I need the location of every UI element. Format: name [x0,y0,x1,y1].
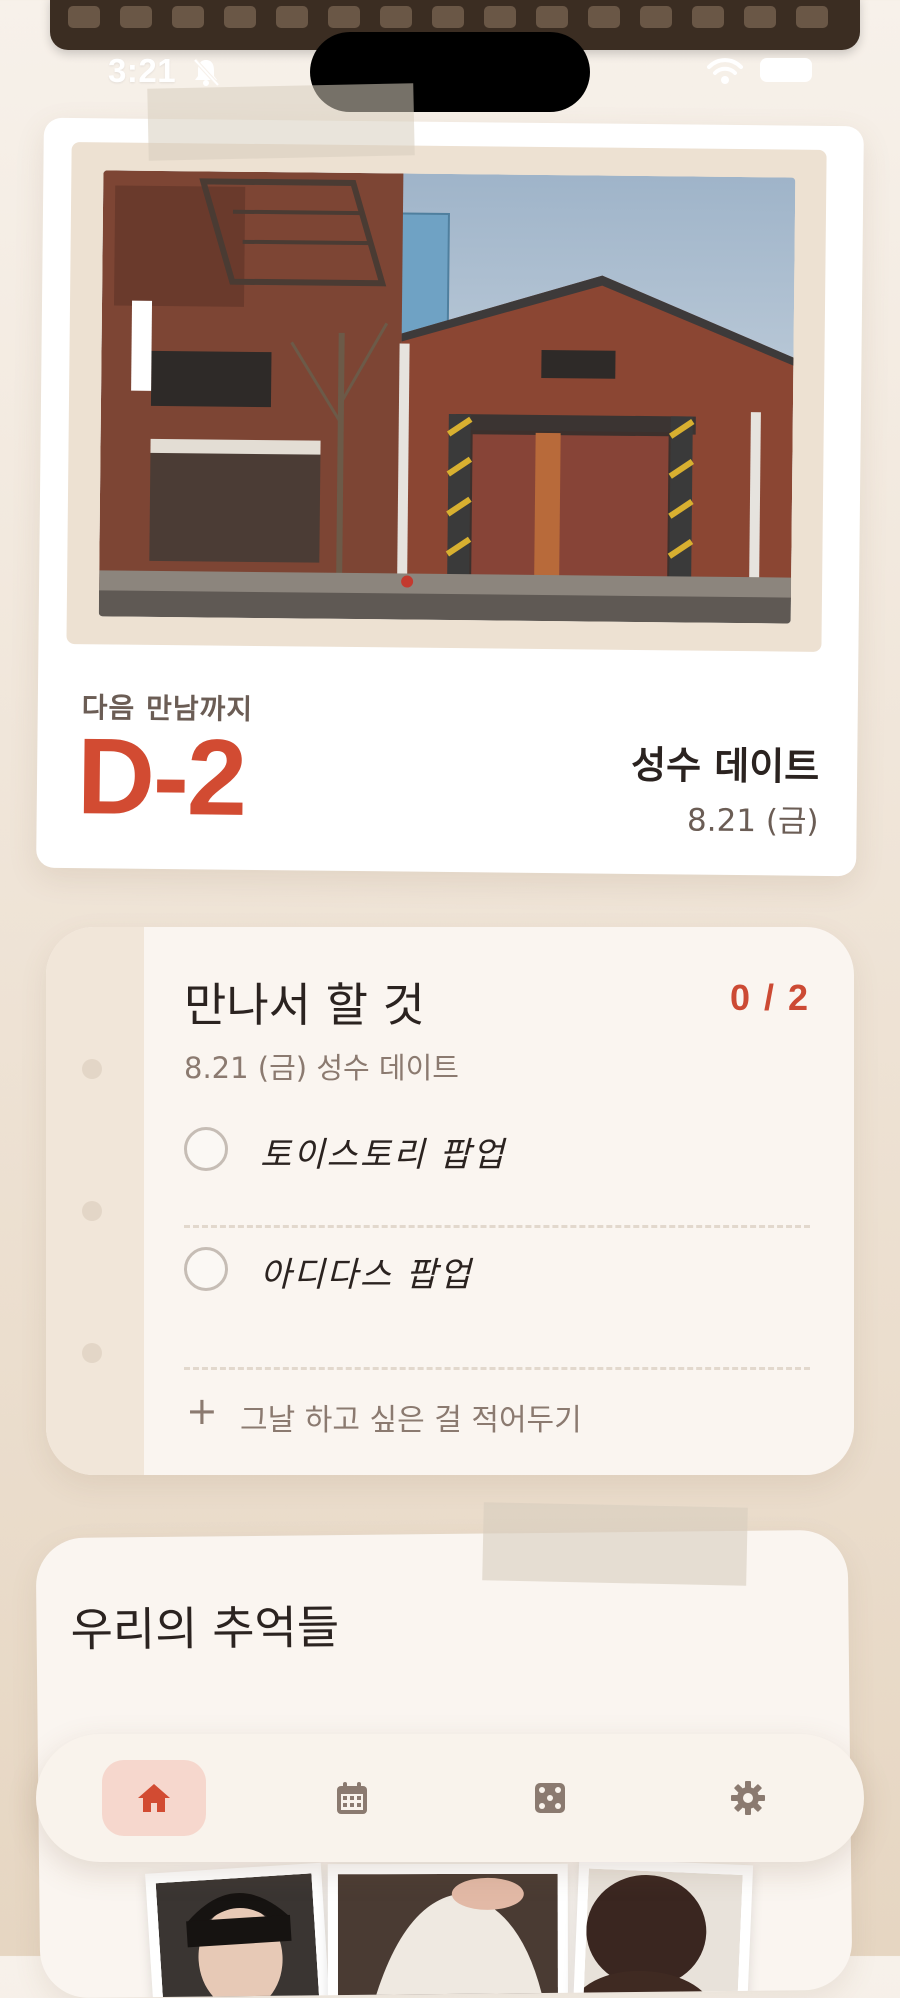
film-hole [796,6,828,28]
film-hole [432,6,464,28]
add-todo-button[interactable]: + 그날 하고 싶은 걸 적어두기 [184,1389,804,1443]
film-hole [224,6,256,28]
tape-decoration [482,1502,748,1586]
binder-hole [82,1059,102,1079]
dice-icon [535,1783,565,1813]
film-hole [640,6,672,28]
nav-calendar-button[interactable] [300,1760,404,1836]
todo-progress: 0 / 2 [729,977,810,1018]
film-hole [484,6,516,28]
notebook-margin [46,927,144,1475]
status-time: 3:21 [108,52,177,89]
memory-photo[interactable] [327,1863,569,1998]
todo-divider [184,1367,810,1370]
wifi-icon [707,58,743,84]
film-hole [588,6,620,28]
countdown-card[interactable]: 다음 만남까지 D-2 성수 데이트 8.21 (금) [36,117,864,877]
binder-hole [82,1343,102,1363]
film-hole [68,6,100,28]
memory-photo[interactable] [145,1862,331,1998]
memory-photo[interactable] [572,1858,754,1998]
plus-icon: + [186,1389,218,1433]
film-hole [328,6,360,28]
tape-decoration [147,83,415,161]
event-date: 8.21 (금) [686,802,819,840]
event-title: 성수 데이트 [630,742,820,789]
todo-item-label: 아디다스 팝업 [260,1255,473,1295]
nav-home-button[interactable] [102,1760,206,1836]
add-todo-placeholder: 그날 하고 싶은 걸 적어두기 [240,1403,582,1438]
film-hole [172,6,204,28]
todo-item-label: 토이스토리 팝업 [260,1135,506,1175]
bottom-nav [36,1734,864,1862]
film-hole [692,6,724,28]
film-hole [276,6,308,28]
film-hole [536,6,568,28]
bell-muted-icon [193,58,220,87]
nav-settings-button[interactable] [696,1760,800,1836]
portrait-image [155,1873,321,1998]
todo-title: 만나서 할 것 [184,978,425,1032]
date-location-photo [98,170,796,624]
battery-icon [760,58,812,82]
knit-image [337,1873,559,1998]
photo-frame [66,142,827,652]
film-hole [744,6,776,28]
memories-title: 우리의 추억들 [70,1600,340,1657]
todo-checkbox[interactable] [184,1127,228,1171]
brick-warehouse-image [98,170,796,624]
todo-item[interactable]: 아디다스 팝업 [184,1217,810,1327]
gear-icon [731,1781,765,1815]
hair-bun-image [582,1868,743,1998]
calendar-icon [337,1782,367,1814]
binder-hole [82,1201,102,1221]
todo-item[interactable]: 토이스토리 팝업 [184,1097,810,1207]
film-hole [380,6,412,28]
nav-dice-button[interactable] [498,1760,602,1836]
d-day-counter: D-2 [76,715,246,838]
todo-card: 만나서 할 것 0 / 2 8.21 (금) 성수 데이트 토이스토리 팝업 아… [46,927,854,1475]
status-bar: 3:21 [0,32,900,112]
todo-subtitle: 8.21 (금) 성수 데이트 [184,1051,459,1085]
home-icon [138,1784,170,1812]
todo-checkbox[interactable] [184,1247,228,1291]
film-hole [120,6,152,28]
